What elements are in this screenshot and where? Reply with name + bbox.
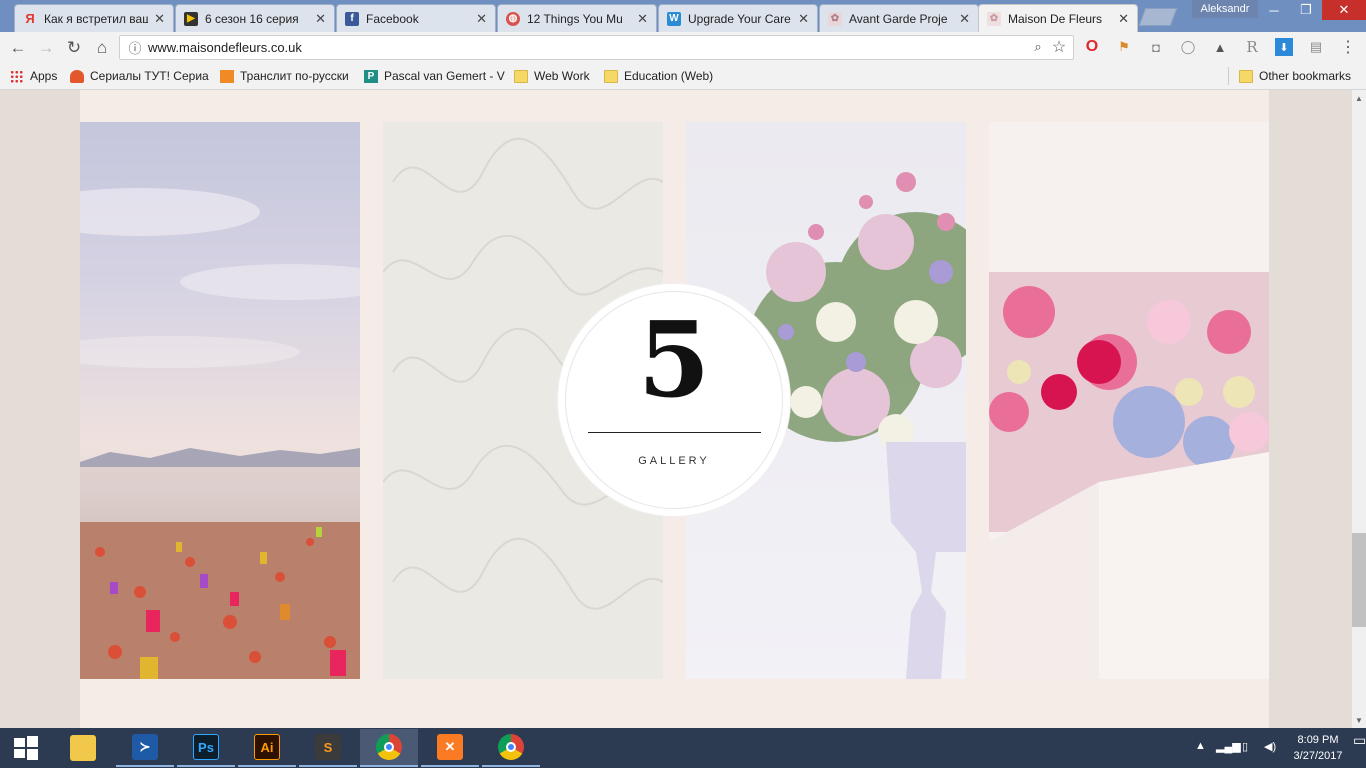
taskbar-powershell[interactable]: ≻ bbox=[116, 729, 174, 767]
start-button[interactable] bbox=[0, 729, 52, 767]
tray-chevron-icon[interactable]: ▲ bbox=[1195, 740, 1206, 752]
download-icon[interactable]: ⬇ bbox=[1275, 38, 1293, 56]
network-icon[interactable]: ▂▄▆ bbox=[1216, 740, 1241, 753]
bookmark-folder-web-work[interactable]: Web Work bbox=[514, 68, 590, 84]
taskbar-chrome[interactable] bbox=[482, 729, 540, 767]
fire-icon bbox=[70, 69, 84, 83]
gallery-section: 5 GALLERY bbox=[80, 90, 1269, 728]
opera-icon[interactable]: O bbox=[1083, 38, 1101, 56]
scroll-down-icon[interactable]: ▼ bbox=[1352, 713, 1366, 727]
angular-icon[interactable]: ▲ bbox=[1211, 38, 1229, 56]
r-icon[interactable]: R bbox=[1243, 38, 1261, 56]
clock[interactable]: 8:09 PM 3/27/2017 bbox=[1286, 732, 1350, 764]
taskbar-sublime[interactable]: S bbox=[299, 729, 357, 767]
notifications-icon[interactable]: ▭ bbox=[1353, 732, 1366, 749]
close-tab-icon[interactable]: ✕ bbox=[476, 11, 487, 27]
yandex-icon: Я bbox=[25, 11, 35, 26]
zoom-icon[interactable]: ⌕ bbox=[1029, 38, 1047, 56]
bookmark-star-icon[interactable]: ☆ bbox=[1050, 38, 1068, 56]
tab-6-active[interactable]: ✿ Maison De Fleurs ✕ bbox=[978, 4, 1138, 32]
sublime-icon: S bbox=[315, 734, 341, 760]
close-tab-icon[interactable]: ✕ bbox=[637, 11, 648, 27]
taskbar-photoshop[interactable]: Ps bbox=[177, 729, 235, 767]
folder-icon bbox=[70, 735, 96, 761]
translit-icon bbox=[220, 69, 234, 83]
bookmark-serialy[interactable]: Сериалы ТУТ! Сериа bbox=[70, 68, 209, 84]
clock-time: 8:09 PM bbox=[1297, 734, 1339, 746]
flower-icon: ✿ bbox=[828, 11, 842, 26]
home-icon[interactable]: ⌂ bbox=[92, 38, 112, 58]
tab-0[interactable]: Я Как я встретил вашу ✕ bbox=[14, 4, 174, 32]
bookmark-pascal[interactable]: P Pascal van Gemert - V bbox=[364, 68, 505, 84]
chrome-icon bbox=[498, 734, 524, 760]
close-tab-icon[interactable]: ✕ bbox=[959, 11, 970, 27]
new-tab-button[interactable] bbox=[1138, 8, 1178, 26]
scrollbar-thumb[interactable] bbox=[1352, 533, 1366, 627]
chrome-icon bbox=[376, 734, 402, 760]
xampp-icon: ✕ bbox=[437, 734, 463, 760]
clock-date: 3/27/2017 bbox=[1293, 750, 1343, 762]
beach-candles-photo[interactable] bbox=[80, 122, 360, 679]
p-icon: P bbox=[364, 69, 378, 83]
flower-bouquet-photo[interactable] bbox=[989, 122, 1269, 679]
close-window-icon[interactable]: ✕ bbox=[1322, 0, 1366, 20]
scrollbar[interactable] bbox=[1352, 90, 1366, 728]
powershell-icon: ≻ bbox=[132, 734, 158, 760]
tab-strip: Я Как я встретил вашу ✕ ▶ 6 сезон 16 серия ✕… bbox=[0, 0, 1366, 32]
info-icon[interactable]: ⓘ bbox=[126, 38, 144, 56]
tab-5[interactable]: ✿ Avant Garde Proje ✕ bbox=[819, 4, 979, 32]
url-text[interactable]: www.maisondefleurs.co.uk bbox=[148, 40, 302, 55]
code-icon[interactable]: ◯ bbox=[1179, 38, 1197, 56]
menu-icon[interactable]: ⋮ bbox=[1339, 38, 1357, 56]
windows-icon bbox=[14, 736, 38, 760]
taskbar-chrome-active[interactable] bbox=[360, 729, 418, 767]
bookmark-other[interactable]: Other bookmarks bbox=[1239, 68, 1351, 84]
taskbar-xampp[interactable]: ✕ bbox=[421, 729, 479, 767]
divider bbox=[1228, 67, 1229, 85]
restore-icon[interactable]: ❐ bbox=[1290, 0, 1322, 20]
reload-icon[interactable]: ↻ bbox=[64, 38, 84, 58]
bookmark-apps[interactable]: Apps bbox=[10, 68, 57, 84]
back-icon[interactable]: ← bbox=[8, 38, 28, 58]
bookmark-translit[interactable]: Транслит по-русски bbox=[220, 68, 349, 84]
illustrator-icon: Ai bbox=[254, 734, 280, 760]
folder-icon bbox=[514, 69, 528, 83]
taskbar-illustrator[interactable]: Ai bbox=[238, 729, 296, 767]
camera-icon[interactable]: ◘ bbox=[1147, 38, 1165, 56]
bookmark-folder-education[interactable]: Education (Web) bbox=[604, 68, 713, 84]
tab-4[interactable]: W Upgrade Your Care ✕ bbox=[658, 4, 818, 32]
forward-icon[interactable]: → bbox=[36, 38, 56, 58]
volume-icon[interactable]: ◀) bbox=[1264, 740, 1276, 753]
folder-icon bbox=[1239, 69, 1253, 83]
w-icon: W bbox=[667, 11, 681, 26]
photoshop-icon: Ps bbox=[193, 734, 219, 760]
section-label: GALLERY bbox=[638, 455, 710, 467]
badge-divider bbox=[588, 432, 761, 433]
extension-icon[interactable]: ▤ bbox=[1307, 38, 1325, 56]
web-page: 5 GALLERY bbox=[0, 90, 1352, 728]
close-tab-icon[interactable]: ✕ bbox=[315, 11, 326, 27]
tab-3[interactable]: ◍ 12 Things You Mu ✕ bbox=[497, 4, 657, 32]
facebook-icon: f bbox=[345, 11, 359, 26]
battery-icon[interactable]: ▯ bbox=[1242, 740, 1248, 753]
scroll-up-icon[interactable]: ▲ bbox=[1352, 91, 1366, 105]
minimize-icon[interactable]: ─ bbox=[1258, 0, 1290, 20]
close-tab-icon[interactable]: ✕ bbox=[1118, 11, 1129, 27]
taskbar-file-explorer[interactable] bbox=[54, 729, 112, 767]
folder-icon bbox=[604, 69, 618, 83]
tab-1[interactable]: ▶ 6 сезон 16 серия ✕ bbox=[175, 4, 335, 32]
avatar-icon: ◍ bbox=[506, 11, 520, 26]
tab-2[interactable]: f Facebook ✕ bbox=[336, 4, 496, 32]
apps-grid-icon bbox=[10, 69, 24, 83]
play-icon: ▶ bbox=[184, 11, 198, 26]
close-tab-icon[interactable]: ✕ bbox=[798, 11, 809, 27]
section-number: 5 bbox=[637, 298, 711, 421]
close-tab-icon[interactable]: ✕ bbox=[154, 11, 165, 27]
profile-button[interactable]: Aleksandr bbox=[1192, 0, 1258, 18]
cookie-icon[interactable]: ⚑ bbox=[1115, 38, 1133, 56]
flower-icon: ✿ bbox=[987, 11, 1001, 26]
